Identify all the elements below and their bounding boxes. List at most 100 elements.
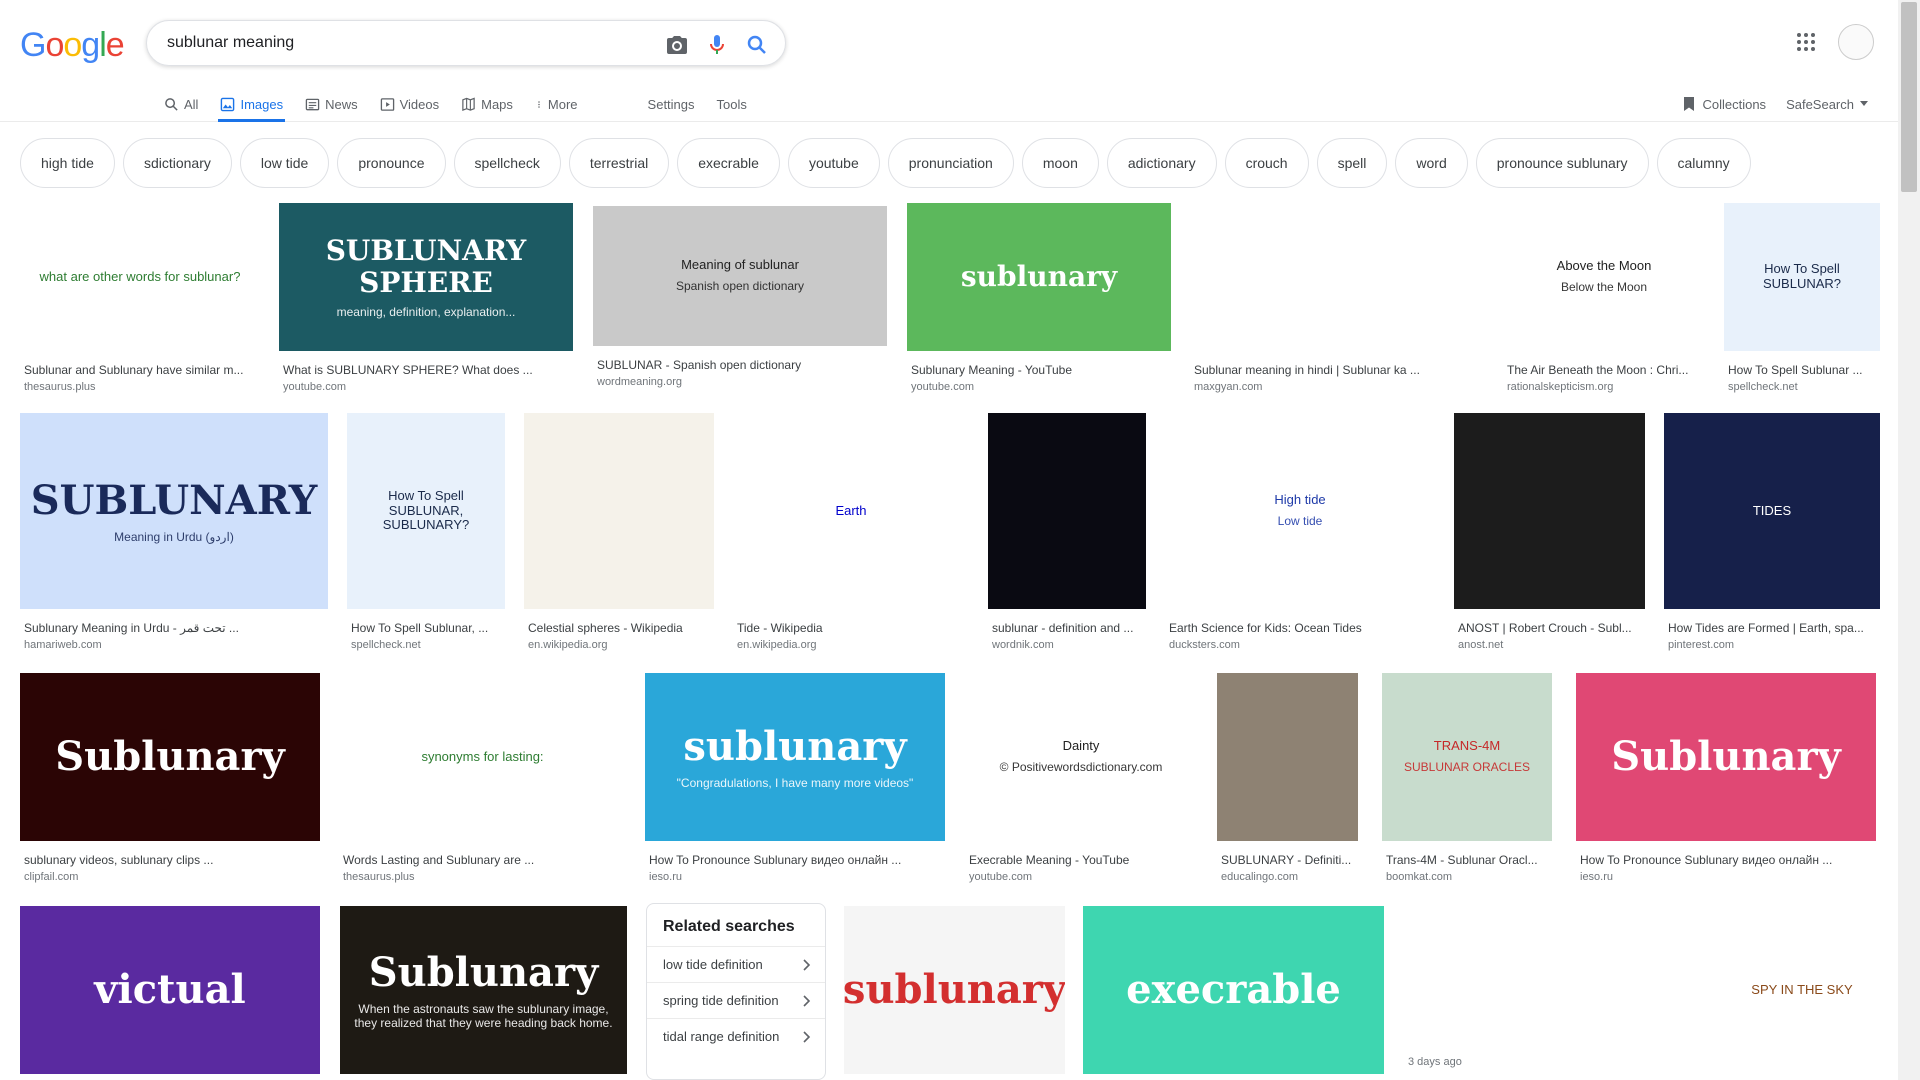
page-scrollbar[interactable] xyxy=(1898,0,1920,1080)
result-thumbnail[interactable]: Earth xyxy=(733,413,969,609)
result-thumbnail[interactable]: Sublunary When the astronauts saw the sub… xyxy=(340,906,627,1074)
related-search-item[interactable]: low tide definition xyxy=(647,946,825,982)
image-result[interactable]: sublunary "Congradulations, I have many m… xyxy=(645,673,945,891)
search-box[interactable] xyxy=(146,20,786,66)
result-thumbnail[interactable]: sublunary xyxy=(844,906,1065,1074)
result-title[interactable]: sublunary videos, sublunary clips ... xyxy=(24,853,320,867)
result-title[interactable]: Words Lasting and Sublunary are ... xyxy=(343,853,626,867)
result-title[interactable]: ANOST | Robert Crouch - Subl... xyxy=(1458,621,1645,635)
result-title[interactable]: Sublunary Meaning - YouTube xyxy=(911,363,1171,377)
chip[interactable]: spell xyxy=(1316,138,1388,188)
result-title[interactable]: Sublunary Meaning in Urdu - تحت قمر ... xyxy=(24,621,328,635)
result-title[interactable]: SUBLUNARY - Definiti... xyxy=(1221,853,1358,867)
image-result[interactable]: Earth Tide - Wikipedia en.wikipedia.org xyxy=(733,413,969,659)
result-title[interactable]: Earth Science for Kids: Ocean Tides xyxy=(1169,621,1435,635)
image-result[interactable]: Sublunary When the astronauts saw the sub… xyxy=(340,906,627,1080)
image-result[interactable]: SUBLUNARY Meaning in Urdu (اردو) Sublunary… xyxy=(20,413,328,659)
result-thumbnail[interactable]: execrable xyxy=(1083,906,1384,1074)
tab-more[interactable]: More xyxy=(535,86,578,122)
result-thumbnail[interactable]: sublunary xyxy=(907,203,1171,351)
result-title[interactable]: sublunar - definition and ... xyxy=(992,621,1146,635)
result-thumbnail[interactable]: SUBLUNARY SPHERE meaning, definition, exp… xyxy=(279,203,573,351)
image-result[interactable]: ANOST | Robert Crouch - Subl... anost.net xyxy=(1454,413,1645,659)
result-title[interactable]: How To Pronounce Sublunary видео онлайн … xyxy=(1580,853,1876,867)
result-thumbnail[interactable]: TRANS-4M SUBLUNAR ORACLES xyxy=(1382,673,1552,841)
image-result[interactable]: SPY IN THE SKY xyxy=(1724,906,1880,1080)
chip[interactable]: sdictionary xyxy=(122,138,232,188)
related-search-item[interactable]: spring tide definition xyxy=(647,982,825,1018)
microphone-icon[interactable] xyxy=(705,33,729,57)
safesearch-dropdown[interactable]: SafeSearch xyxy=(1786,97,1868,112)
result-title[interactable]: Sublunar meaning in hindi | Sublunar ka … xyxy=(1194,363,1484,377)
settings-link[interactable]: Settings xyxy=(648,86,695,122)
image-result[interactable]: Celestial spheres - Wikipedia en.wikipedi… xyxy=(524,413,714,659)
result-thumbnail[interactable]: How To Spell SUBLUNAR, SUBLUNARY? xyxy=(347,413,505,609)
image-result[interactable]: How To Spell SUBLUNAR? How To Spell Sublu… xyxy=(1724,203,1880,401)
image-result[interactable]: Sublunary sublunary videos, sublunary cli… xyxy=(20,673,320,891)
result-thumbnail[interactable] xyxy=(988,413,1146,609)
image-result[interactable]: Sublunary How To Pronounce Sublunary виде… xyxy=(1576,673,1876,891)
tab-all[interactable]: All xyxy=(164,86,198,122)
image-result[interactable]: sublunar - definition and ... wordnik.com xyxy=(988,413,1146,659)
camera-icon[interactable] xyxy=(665,33,689,57)
image-result[interactable]: synonyms for lasting: Words Lasting and S… xyxy=(339,673,626,891)
result-thumbnail[interactable]: Meaning of sublunar Spanish open dictiona… xyxy=(593,206,887,346)
result-thumbnail[interactable]: Sublunary xyxy=(1576,673,1876,841)
image-result[interactable]: SUBLUNARY - Definiti... educalingo.com xyxy=(1217,673,1358,891)
result-title[interactable]: How To Pronounce Sublunary видео онлайн … xyxy=(649,853,945,867)
result-thumbnail[interactable]: sublunary "Congradulations, I have many m… xyxy=(645,673,945,841)
result-title[interactable]: How Tides are Formed | Earth, spa... xyxy=(1668,621,1880,635)
result-thumbnail[interactable]: 3 days ago xyxy=(1402,906,1702,1074)
scrollbar-thumb[interactable] xyxy=(1901,2,1917,192)
result-title[interactable]: How To Spell Sublunar, ... xyxy=(351,621,505,635)
image-result[interactable]: sublunary Sublunary Meaning - YouTube yout… xyxy=(907,203,1171,401)
image-result[interactable]: execrable xyxy=(1083,906,1384,1080)
result-thumbnail[interactable]: Above the Moon Below the Moon xyxy=(1503,203,1705,351)
result-title[interactable]: What is SUBLUNARY SPHERE? What does ... xyxy=(283,363,573,377)
chip[interactable]: pronounce sublunary xyxy=(1475,138,1649,188)
result-thumbnail[interactable]: TIDES xyxy=(1664,413,1880,609)
image-result[interactable]: SUBLUNARY SPHERE meaning, definition, exp… xyxy=(279,203,573,401)
chip[interactable]: adictionary xyxy=(1106,138,1217,188)
result-title[interactable]: The Air Beneath the Moon : Chri... xyxy=(1507,363,1705,377)
chip[interactable]: terrestrial xyxy=(568,138,670,188)
result-title[interactable]: Tide - Wikipedia xyxy=(737,621,969,635)
chip[interactable]: execrable xyxy=(677,138,780,188)
image-result[interactable]: 3 days ago xyxy=(1402,906,1702,1080)
result-thumbnail[interactable] xyxy=(1190,203,1484,351)
account-avatar[interactable] xyxy=(1838,24,1874,60)
collections-button[interactable]: Collections xyxy=(1682,96,1766,112)
tools-link[interactable]: Tools xyxy=(717,86,747,122)
result-title[interactable]: Trans-4M - Sublunar Oracl... xyxy=(1386,853,1552,867)
google-logo[interactable]: Google xyxy=(20,26,125,65)
result-thumbnail[interactable] xyxy=(1217,673,1358,841)
result-thumbnail[interactable]: Sublunary xyxy=(20,673,320,841)
chip[interactable]: spellcheck xyxy=(453,138,561,188)
apps-grid-icon[interactable] xyxy=(1796,32,1816,52)
chip[interactable]: crouch xyxy=(1224,138,1309,188)
result-title[interactable]: SUBLUNAR - Spanish open dictionary xyxy=(597,358,887,372)
result-thumbnail[interactable]: SUBLUNARY Meaning in Urdu (اردو) xyxy=(20,413,328,609)
chip[interactable]: calumny xyxy=(1656,138,1751,188)
chip[interactable]: youtube xyxy=(787,138,880,188)
image-result[interactable]: TRANS-4M SUBLUNAR ORACLES Trans-4M - Sublu… xyxy=(1382,673,1552,891)
result-title[interactable]: Execrable Meaning - YouTube xyxy=(969,853,1197,867)
chip[interactable]: word xyxy=(1395,138,1468,188)
result-title[interactable]: How To Spell Sublunar ... xyxy=(1728,363,1880,377)
result-thumbnail[interactable]: How To Spell SUBLUNAR? xyxy=(1724,203,1880,351)
image-result[interactable]: TIDES How Tides are Formed | Earth, spa..… xyxy=(1664,413,1880,659)
chip[interactable]: pronounce xyxy=(337,138,446,188)
image-result[interactable]: Dainty © Positivewordsdictionary.com Execr… xyxy=(965,673,1197,891)
image-result[interactable]: Above the Moon Below the Moon The Air Bene… xyxy=(1503,203,1705,401)
result-thumbnail[interactable] xyxy=(1454,413,1645,609)
image-result[interactable]: How To Spell SUBLUNAR, SUBLUNARY? How To … xyxy=(347,413,505,659)
tab-videos[interactable]: Videos xyxy=(380,86,439,122)
image-result[interactable]: victual xyxy=(20,906,320,1080)
tab-news[interactable]: News xyxy=(305,86,358,122)
image-result[interactable]: what are other words for sublunar? Sublun… xyxy=(20,203,260,401)
image-result[interactable]: Meaning of sublunar Spanish open dictiona… xyxy=(593,206,887,396)
result-thumbnail[interactable]: High tide Low tide xyxy=(1165,413,1435,609)
tab-images[interactable]: Images xyxy=(218,86,285,122)
result-title[interactable]: Celestial spheres - Wikipedia xyxy=(528,621,714,635)
chip[interactable]: high tide xyxy=(20,138,115,188)
